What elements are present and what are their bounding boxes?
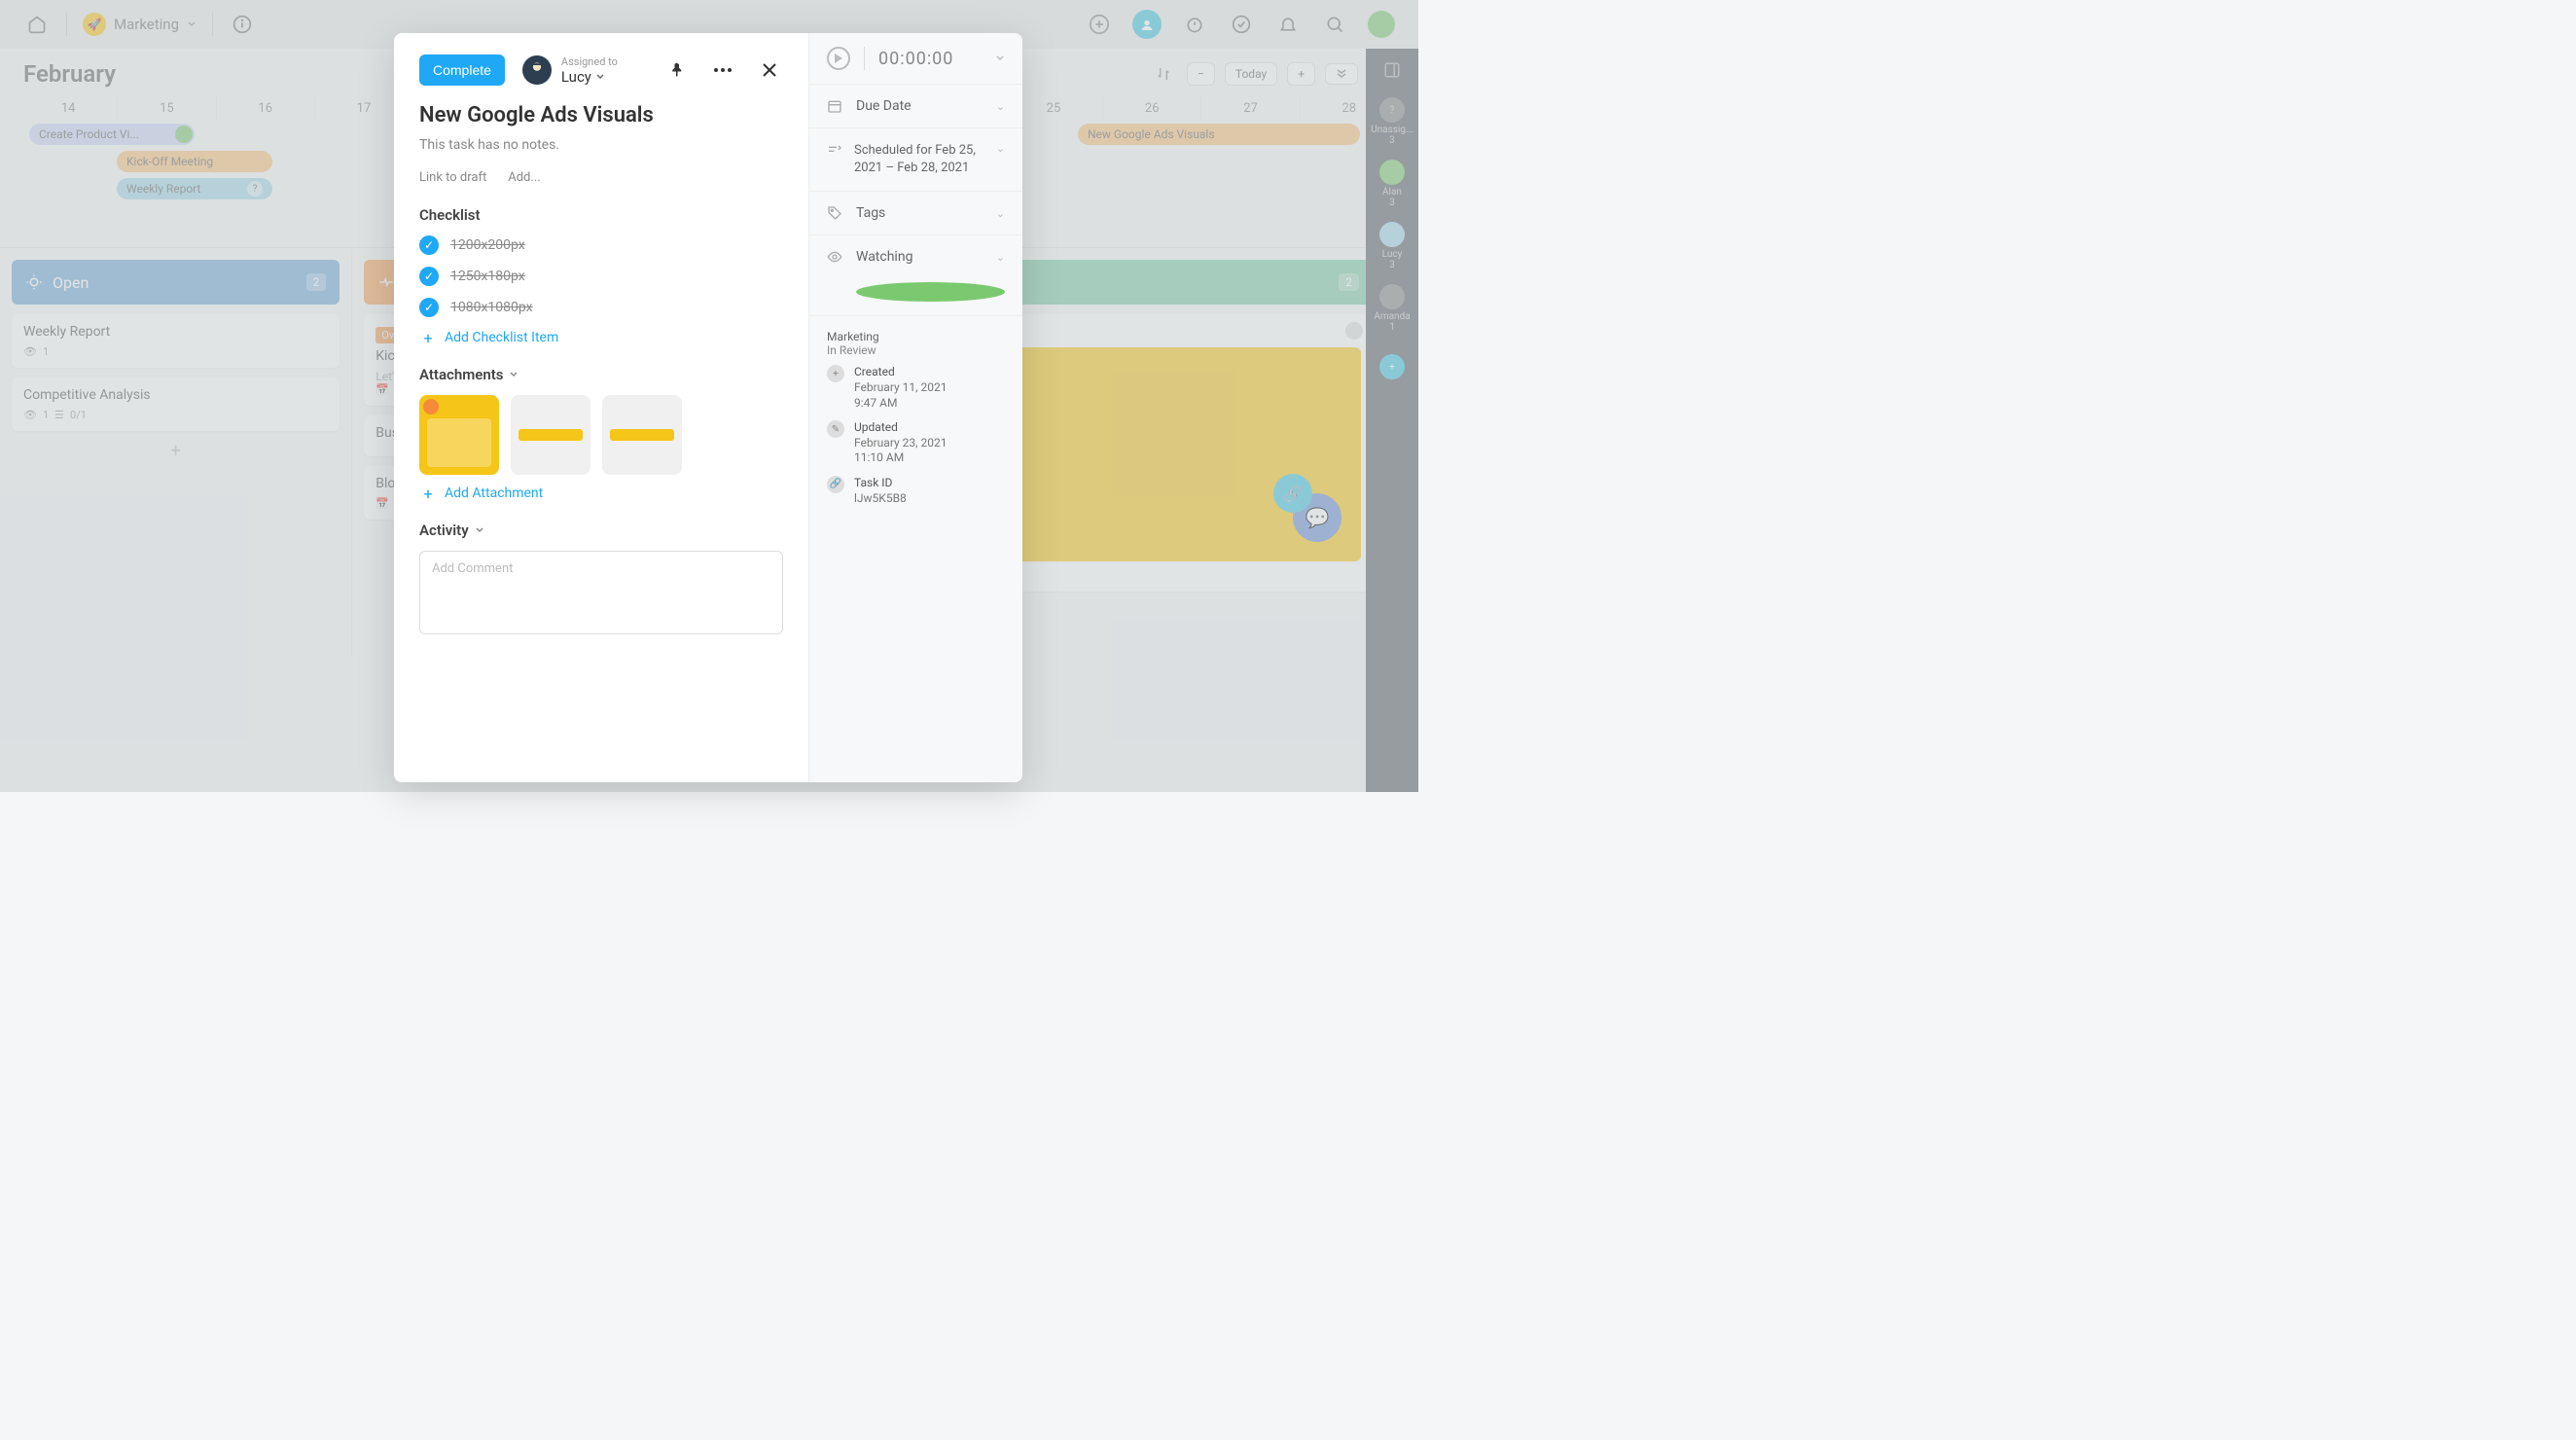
task-title[interactable]: New Google Ads Visuals: [419, 103, 783, 127]
due-date-row[interactable]: Due Date ⌄: [809, 85, 1022, 128]
link-icon: 🔗: [827, 476, 844, 493]
schedule-icon: [827, 142, 842, 158]
play-icon[interactable]: [827, 47, 850, 70]
attachments-title: Attachments: [419, 366, 783, 383]
activity-title: Activity: [419, 522, 783, 539]
add-checklist-button[interactable]: + Add Checklist Item: [419, 329, 783, 346]
comment-input[interactable]: Add Comment: [419, 551, 783, 634]
schedule-row[interactable]: Scheduled for Feb 25, 2021 – Feb 28, 202…: [809, 128, 1022, 192]
add-link-button[interactable]: Add...: [508, 170, 540, 185]
plus-icon: +: [419, 329, 437, 346]
checklist-item[interactable]: ✓ 1200x200px: [419, 235, 783, 255]
add-attachment-button[interactable]: + Add Attachment: [419, 485, 783, 502]
checklist-title: Checklist: [419, 206, 783, 224]
task-meta-footer: Marketing In Review + Created February 1…: [809, 316, 1022, 529]
check-icon[interactable]: ✓: [419, 235, 439, 255]
close-icon[interactable]: [756, 56, 783, 84]
check-icon[interactable]: ✓: [419, 298, 439, 317]
watching-row[interactable]: Watching ⌄: [809, 235, 1022, 316]
more-icon[interactable]: [709, 56, 736, 84]
attachment-thumb[interactable]: [602, 395, 682, 475]
created-log: + Created February 11, 2021 9:47 AM: [827, 365, 1005, 411]
link-draft[interactable]: Link to draft: [419, 170, 486, 185]
pin-icon[interactable]: [662, 56, 690, 84]
timer-row[interactable]: 00:00:00: [809, 33, 1022, 85]
watcher-avatar[interactable]: [856, 282, 1005, 302]
assignee-selector[interactable]: Assigned to Lucy: [522, 55, 618, 86]
plus-icon: +: [419, 485, 437, 502]
checklist-item[interactable]: ✓ 1250x180px: [419, 267, 783, 286]
checklist-item[interactable]: ✓ 1080x1080px: [419, 298, 783, 317]
plus-circle-icon: +: [827, 365, 844, 382]
check-icon[interactable]: ✓: [419, 267, 439, 286]
updated-log: ✎ Updated February 23, 2021 11:10 AM: [827, 420, 1005, 466]
taskid-log: 🔗 Task ID lJw5K5B8: [827, 476, 1005, 506]
attachment-thumb[interactable]: [419, 395, 499, 475]
tag-icon: [827, 205, 844, 221]
attachment-thumb[interactable]: [511, 395, 590, 475]
attachments-list: [419, 395, 783, 475]
complete-button[interactable]: Complete: [419, 54, 505, 86]
pencil-icon: ✎: [827, 420, 844, 438]
calendar-icon: [827, 98, 844, 114]
tags-row[interactable]: Tags ⌄: [809, 192, 1022, 235]
task-modal: Complete Assigned to Lucy: [394, 33, 1022, 782]
eye-icon: [827, 249, 844, 265]
task-sidebar: 00:00:00 Due Date ⌄ Scheduled for Feb 25…: [808, 33, 1022, 782]
task-notes[interactable]: This task has no notes.: [419, 137, 783, 153]
